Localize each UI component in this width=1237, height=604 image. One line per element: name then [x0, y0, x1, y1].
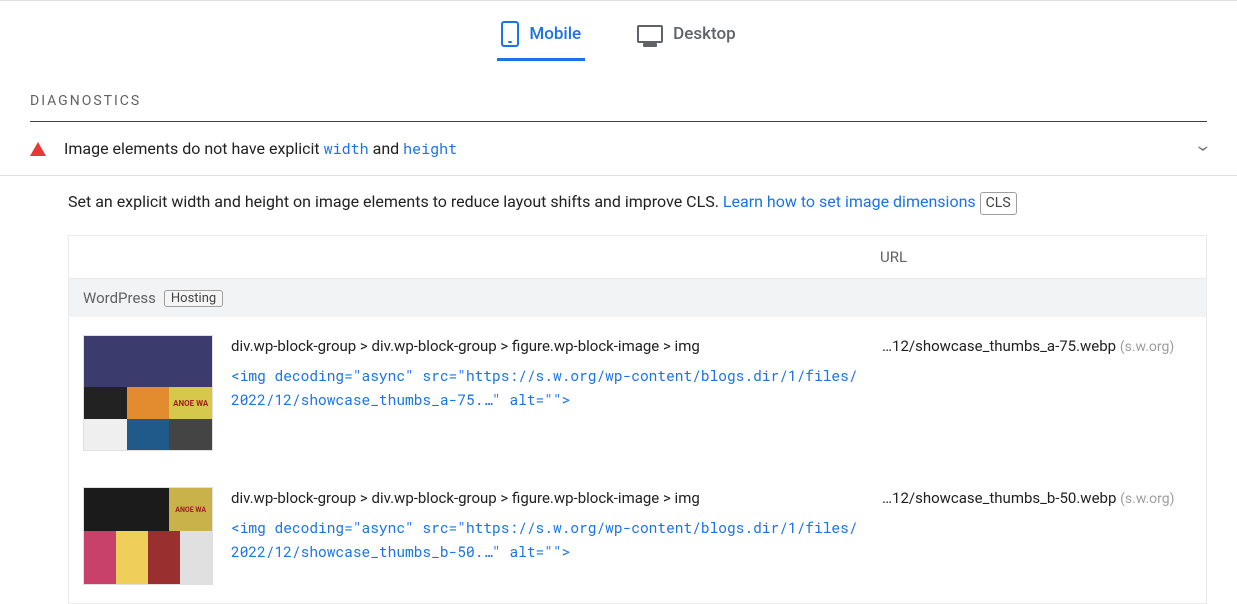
mobile-icon [501, 21, 519, 47]
thumbnail-image: ANOE WA [83, 335, 213, 451]
metric-badge: CLS [980, 192, 1017, 215]
device-tabs: Mobile Desktop [0, 1, 1237, 61]
results-table: URL WordPress Hosting ANOE WA div.wp-blo… [68, 235, 1207, 604]
learn-more-link[interactable]: Learn how to set image dimensions [723, 192, 976, 211]
chevron-up-icon: › [1191, 145, 1216, 152]
audit-title-prefix: Image elements do not have explicit [64, 139, 324, 158]
audit-code-height: height [403, 139, 457, 159]
table-row: ANOE WA div.wp-block-group > div.wp-bloc… [69, 469, 1206, 603]
url-path: …12/showcase_thumbs_a-75.webp [882, 337, 1116, 355]
tab-desktop[interactable]: Desktop [633, 15, 739, 61]
audit-description: Set an explicit width and height on imag… [0, 175, 1237, 235]
thumbnail-image: ANOE WA [83, 487, 213, 585]
element-snippet: <img decoding="async" src="https://s.w.o… [231, 516, 862, 565]
audit-header-row[interactable]: Image elements do not have explicit widt… [0, 122, 1237, 175]
group-header-row: WordPress Hosting [69, 278, 1206, 317]
tab-desktop-label: Desktop [673, 24, 735, 44]
url-column-header: URL [880, 248, 1190, 266]
audit-desc-text: Set an explicit width and height on imag… [68, 192, 723, 211]
audit-title: Image elements do not have explicit widt… [64, 139, 1200, 159]
group-name: WordPress [83, 289, 156, 307]
url-text: …12/showcase_thumbs_a-75.webp (s.w.org) [882, 335, 1192, 358]
url-domain: (s.w.org) [1120, 339, 1174, 355]
url-path: …12/showcase_thumbs_b-50.webp [882, 489, 1116, 507]
table-header-row: URL [69, 236, 1206, 278]
audit-title-conj: and [369, 139, 404, 158]
table-row: ANOE WA div.wp-block-group > div.wp-bloc… [69, 317, 1206, 469]
url-domain: (s.w.org) [1120, 491, 1174, 507]
element-selector: div.wp-block-group > div.wp-block-group … [231, 487, 862, 510]
section-heading: DIAGNOSTICS [30, 61, 1207, 122]
url-text: …12/showcase_thumbs_b-50.webp (s.w.org) [882, 487, 1192, 510]
element-snippet: <img decoding="async" src="https://s.w.o… [231, 364, 862, 413]
tab-mobile-label: Mobile [529, 24, 581, 44]
desktop-icon [637, 25, 663, 43]
warning-triangle-icon [30, 142, 46, 156]
tab-mobile[interactable]: Mobile [497, 15, 585, 61]
element-selector: div.wp-block-group > div.wp-block-group … [231, 335, 862, 358]
audit-code-width: width [324, 139, 369, 159]
group-badge: Hosting [164, 290, 223, 307]
